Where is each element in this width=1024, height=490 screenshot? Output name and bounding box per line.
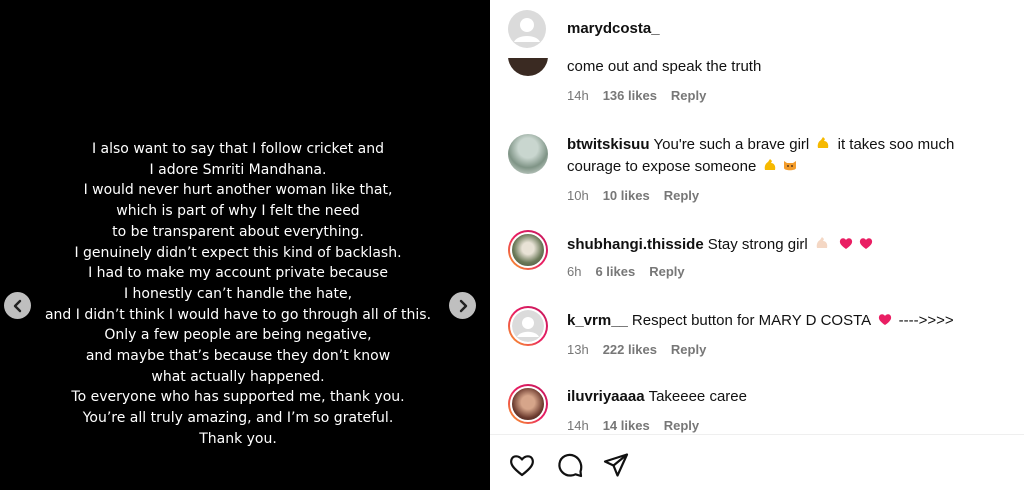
comment-time: 13h [567,342,589,357]
comment-meta: 6h 6 likes Reply [567,264,685,279]
flexed-biceps-emoji-icon [765,159,776,170]
comment-time: 14h [567,418,589,433]
next-slide-button[interactable] [449,292,476,319]
post-text-line: Only a few people are being negative, [104,327,372,344]
comment-likes[interactable]: 10 likes [603,188,650,203]
comment-text: Stay strong girl [707,236,808,253]
post-text-line: You’re all truly amazing, and I’m so gra… [82,410,394,427]
post-header: marydcosta_ [490,0,1024,58]
commenter-avatar-story-ring[interactable] [508,230,548,270]
post-media: I also want to say that I follow cricket… [0,0,490,490]
heart-emoji-icon [878,314,891,325]
comment-likes[interactable]: 136 likes [603,88,657,103]
comment-text-continued: ---->>>> [898,312,954,329]
commenter-avatar-story-ring[interactable] [508,306,548,346]
comment-likes[interactable]: 14 likes [603,418,650,433]
comment-time: 10h [567,188,589,203]
reply-button[interactable]: Reply [671,342,706,357]
comment-likes[interactable]: 6 likes [595,264,635,279]
comment-username[interactable]: k_vrm__ [567,312,628,329]
comment-text: You're such a brave girl [653,136,810,153]
post-author-username[interactable]: marydcosta_ [567,20,660,37]
chevron-right-icon [459,299,467,312]
post-text-line: I also want to say that I follow cricket… [91,141,385,157]
post-text-line: and I didn’t think I would have to go th… [44,306,432,323]
crying-cat-emoji-icon [784,161,797,171]
post-text-line: and maybe that’s because they don’t know [85,348,391,365]
commenter-avatar[interactable] [508,134,548,174]
comment-username[interactable]: shubhangi.thisside [567,236,704,253]
commenter-avatar-story-ring[interactable] [508,384,548,424]
comment-meta: 14h 136 likes Reply [567,88,706,103]
comment-username[interactable]: iluvriyaaaa [567,388,645,405]
post-text-line: I genuinely didn’t expect this kind of b… [74,244,402,261]
heart-icon[interactable] [508,451,536,479]
comment-text: come out and speak the truth [567,58,762,75]
reply-button[interactable]: Reply [671,88,706,103]
post-text-block: I also want to say that I follow cricket… [0,139,476,450]
post-text-line: Thank you. [199,430,277,447]
comment-time: 6h [567,264,582,279]
default-avatar-icon[interactable] [508,10,546,48]
post-text-line: which is part of why I felt the need [116,203,360,220]
commenter-avatar[interactable] [508,58,548,76]
post-actions-bar [490,434,1024,490]
chevron-left-icon [13,299,21,312]
share-icon[interactable] [602,451,630,479]
comment-meta: 13h 222 likes Reply [567,342,706,357]
commenter-avatar [510,232,546,268]
reply-button[interactable]: Reply [664,188,699,203]
reply-button[interactable]: Reply [664,418,699,433]
post-text-line: To everyone who has supported me, thank … [71,389,405,406]
comment-time: 14h [567,88,589,103]
comment-icon[interactable] [556,451,584,479]
post-text-line: I honestly can’t handle the hate, [123,285,353,302]
post-text-line: I had to make my account private because [88,265,388,282]
flexed-biceps-emoji-icon [816,237,828,248]
comment-meta: 14h 14 likes Reply [567,418,699,433]
post-text-line: what actually happened. [151,368,325,385]
comment-likes[interactable]: 222 likes [603,342,657,357]
comment-list[interactable]: come out and speak the truth 14h 136 lik… [490,58,1024,434]
default-avatar-icon [512,310,544,342]
comment-text: Respect button for MARY D COSTA [631,312,871,329]
commenter-avatar [510,308,546,344]
heart-emoji-icon [859,238,873,249]
flexed-biceps-emoji-icon [818,137,829,148]
heart-emoji-icon [839,238,853,249]
post-text-line: to be transparent about everything. [112,223,364,240]
post-text-line: I adore Smriti Mandhana. [149,161,327,178]
commenter-avatar [510,386,546,422]
post-side-panel: marydcosta_ come out and speak the truth… [490,0,1024,490]
reply-button[interactable]: Reply [649,264,684,279]
post-text-line: I would never hurt another woman like th… [83,182,393,199]
previous-slide-button[interactable] [4,292,31,319]
comment-text: Takeeee caree [648,388,747,405]
comment-meta: 10h 10 likes Reply [567,188,699,203]
comment-username[interactable]: btwitskisuu [567,136,650,153]
